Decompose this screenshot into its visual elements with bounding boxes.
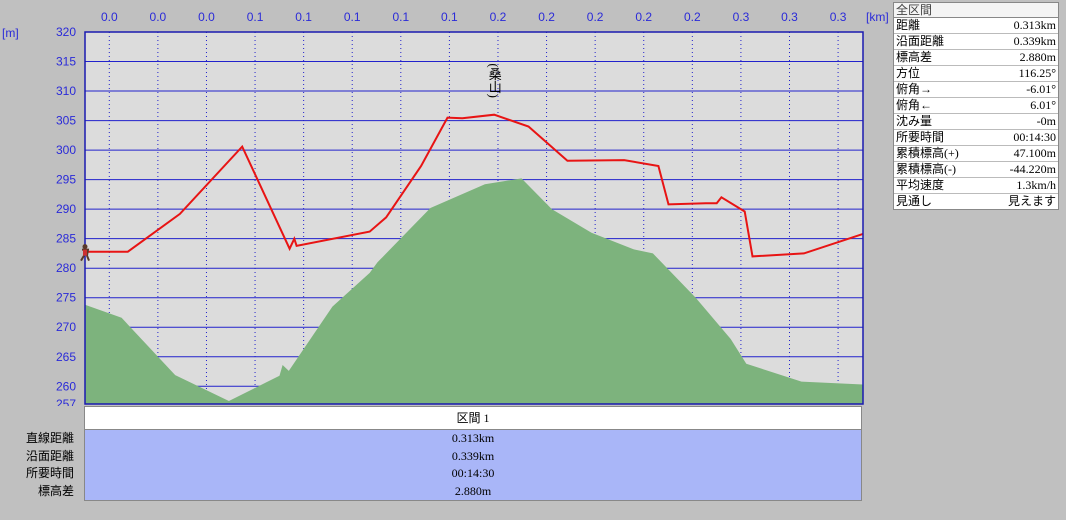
stats-row: 見通し 見えます <box>894 194 1058 209</box>
x-tick-label: 0.2 <box>490 10 507 24</box>
x-tick-label: 0.0 <box>101 10 118 24</box>
stats-row: 沈み量 -0m <box>894 114 1058 130</box>
stats-label: 方位 <box>896 66 921 80</box>
y-axis-unit-label: [m] <box>2 26 19 40</box>
stats-value: 0.339km <box>1013 34 1056 48</box>
stats-row: 平均速度 1.3km/h <box>894 178 1058 194</box>
stats-panel: 全区間 距離 0.313km 沿面距離 0.339km 標高差 2.880m 方位 116.2… <box>893 2 1059 210</box>
stats-label: 平均速度 <box>896 178 945 192</box>
y-tick-label: 315 <box>56 55 76 69</box>
x-tick-label: 0.2 <box>684 10 701 24</box>
segment-title: 区間 1 <box>84 406 862 430</box>
x-tick-label: 0.1 <box>344 10 361 24</box>
y-tick-label: 280 <box>56 261 76 275</box>
y-tick-label: 305 <box>56 114 76 128</box>
y-tick-label: 300 <box>56 143 76 157</box>
stats-row: 所要時間 00:14:30 <box>894 130 1058 146</box>
segment-table: 区間 1 0.313km 0.339km 00:14:30 2.880m <box>84 406 862 501</box>
y-tick-label: 320 <box>56 25 76 39</box>
x-tick-label: 0.2 <box>635 10 652 24</box>
x-tick-label: 0.3 <box>733 10 750 24</box>
segment-value: 0.313km <box>451 431 495 445</box>
x-tick-label: 0.3 <box>830 10 847 24</box>
stats-value: -0m <box>1036 114 1056 128</box>
stats-row: 沿面距離 0.339km <box>894 34 1058 50</box>
peak-annotation: (桑山) <box>487 63 502 98</box>
stats-value: -44.220m <box>1009 162 1056 176</box>
y-tick-label: 310 <box>56 84 76 98</box>
stats-value: 47.100m <box>1013 146 1056 160</box>
stats-value: 6.01° <box>1030 98 1056 112</box>
y-tick-label: 260 <box>56 379 76 393</box>
stats-label: 累積標高(-) <box>896 162 956 176</box>
x-tick-label: 0.1 <box>247 10 264 24</box>
y-tick-label: 285 <box>56 232 76 246</box>
stats-label: 見通し <box>896 194 933 208</box>
y-tick-label: 295 <box>56 173 76 187</box>
stats-row: 距離 0.313km <box>894 18 1058 34</box>
segment-label: 沿面距離 <box>25 448 74 463</box>
x-tick-label: 0.3 <box>781 10 798 24</box>
stats-value: 0.313km <box>1013 18 1056 32</box>
stats-value: 00:14:30 <box>1013 130 1056 144</box>
stats-row: 累積標高(-) -44.220m <box>894 162 1058 178</box>
stats-label: 俯角→ <box>896 82 933 96</box>
stats-panel-header[interactable]: 全区間 <box>894 3 1058 18</box>
stats-label: 俯角← <box>896 98 933 112</box>
x-axis-unit-label: [km] <box>866 10 889 24</box>
stats-row: 標高差 2.880m <box>894 50 1058 66</box>
stats-row: 俯角→ -6.01° <box>894 82 1058 98</box>
x-tick-label: 0.2 <box>587 10 604 24</box>
x-tick-label: 0.0 <box>150 10 167 24</box>
y-tick-label: 290 <box>56 202 76 216</box>
stats-row: 累積標高(+) 47.100m <box>894 146 1058 162</box>
stats-label: 所要時間 <box>896 130 945 144</box>
y-tick-label: 270 <box>56 320 76 334</box>
segment-value: 00:14:30 <box>451 466 495 480</box>
x-tick-label: 0.1 <box>392 10 409 24</box>
y-tick-label: 265 <box>56 350 76 364</box>
segment-value: 0.339km <box>451 448 495 463</box>
stats-label: 沿面距離 <box>896 34 945 48</box>
segment-row-labels: 直線距離沿面距離所要時間標高差 <box>0 430 80 500</box>
stats-label: 標高差 <box>896 50 933 64</box>
y-tick-label: 275 <box>56 291 76 305</box>
segment-value: 2.880m <box>454 483 492 498</box>
stats-value: 1.3km/h <box>1016 178 1056 192</box>
x-tick-label: 0.2 <box>538 10 555 24</box>
stats-value: 見えます <box>1007 194 1056 208</box>
stats-label: 沈み量 <box>896 114 933 128</box>
y-tick-label: 257 <box>56 397 76 406</box>
stats-value: 116.25° <box>1018 66 1056 80</box>
segment-label: 所要時間 <box>25 466 74 480</box>
x-tick-label: 0.0 <box>198 10 215 24</box>
x-tick-label: 0.1 <box>295 10 312 24</box>
segment-values: 0.313km 0.339km 00:14:30 2.880m <box>84 430 862 501</box>
segment-label: 標高差 <box>37 483 74 498</box>
stats-label: 累積標高(+) <box>896 146 959 160</box>
stats-value: -6.01° <box>1026 82 1056 96</box>
segment-label: 直線距離 <box>25 431 74 445</box>
stats-row: 方位 116.25° <box>894 66 1058 82</box>
stats-label: 距離 <box>896 18 921 32</box>
x-tick-label: 0.1 <box>441 10 458 24</box>
stats-value: 2.880m <box>1019 50 1056 64</box>
stats-row: 俯角← 6.01° <box>894 98 1058 114</box>
